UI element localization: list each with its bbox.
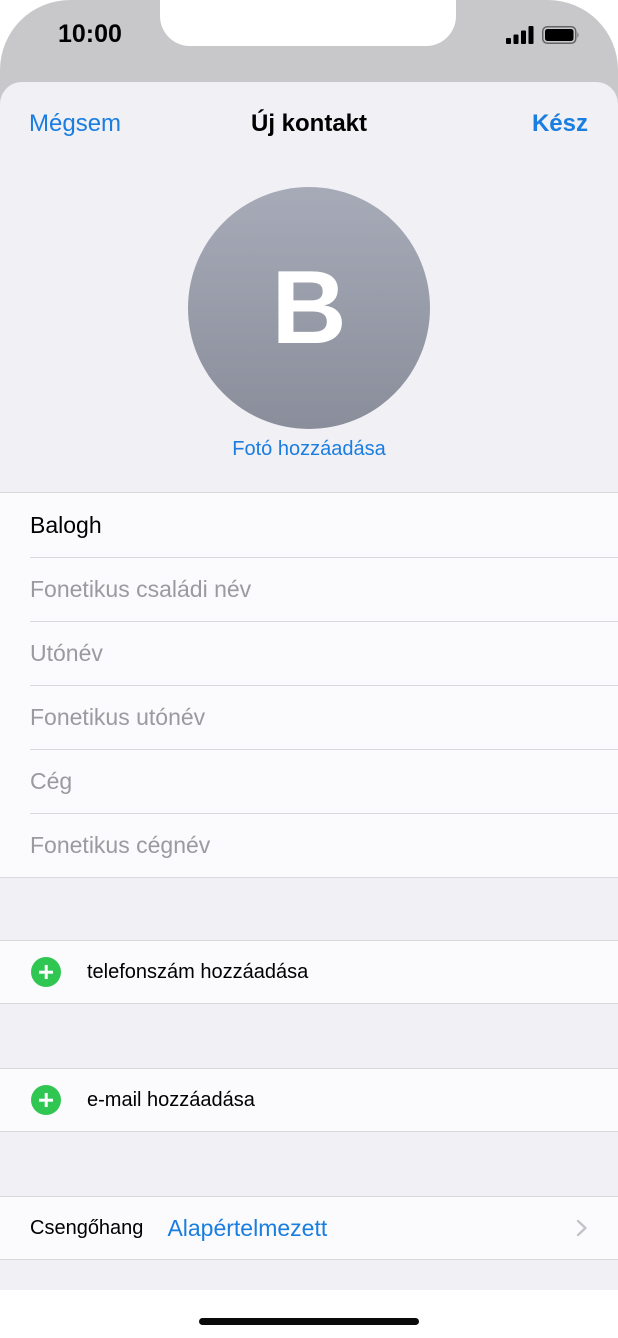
battery-icon — [542, 26, 579, 44]
status-time: 10:00 — [58, 20, 122, 48]
name-row-first — [0, 621, 618, 685]
phonetic-last-name-input[interactable] — [0, 557, 618, 621]
add-circle-icon — [31, 957, 61, 987]
navigation-bar: Mégsem Új kontakt Kész — [0, 82, 618, 166]
avatar-initial: B — [271, 250, 347, 366]
add-circle-icon — [31, 1085, 61, 1115]
bottom-area — [0, 1290, 618, 1338]
home-indicator[interactable] — [199, 1318, 419, 1325]
phone-group: telefonszám hozzáadása — [0, 940, 618, 1004]
add-email-label: e-mail hozzáadása — [87, 1088, 255, 1111]
add-phone-button[interactable]: telefonszám hozzáadása — [0, 941, 618, 1003]
name-row-phonetic-company — [0, 813, 618, 877]
name-row-company — [0, 749, 618, 813]
add-photo-link[interactable]: Fotó hozzáadása — [0, 438, 618, 461]
new-contact-sheet: Mégsem Új kontakt Kész B Fotó hozzáadása — [0, 82, 618, 1338]
phonetic-company-input[interactable] — [0, 813, 618, 877]
name-row-phonetic-last — [0, 557, 618, 621]
ringtone-label: Csengőhang — [30, 1216, 144, 1239]
name-row-phonetic-first — [0, 685, 618, 749]
email-group: e-mail hozzáadása — [0, 1068, 618, 1132]
add-phone-label: telefonszám hozzáadása — [87, 960, 309, 983]
last-name-input[interactable] — [0, 493, 618, 557]
avatar[interactable]: B — [188, 187, 430, 429]
ringtone-value: Alapértelmezett — [167, 1214, 328, 1241]
company-input[interactable] — [0, 749, 618, 813]
chevron-right-icon — [576, 1219, 587, 1237]
phonetic-first-name-input[interactable] — [0, 685, 618, 749]
ringtone-group: Csengőhang Alapértelmezett — [0, 1196, 618, 1260]
first-name-input[interactable] — [0, 621, 618, 685]
name-row-last — [0, 493, 618, 557]
cellular-signal-icon — [506, 26, 534, 44]
page-title: Új kontakt — [250, 110, 367, 137]
notch — [160, 0, 456, 46]
ringtone-row[interactable]: Csengőhang Alapértelmezett — [0, 1197, 618, 1259]
add-email-button[interactable]: e-mail hozzáadása — [0, 1069, 618, 1131]
name-fields-group — [0, 492, 618, 878]
phone-screen: 10:00 Mégsem Új kontakt Kész B Fotó hozz… — [0, 0, 618, 1338]
done-button[interactable]: Kész — [532, 110, 588, 138]
